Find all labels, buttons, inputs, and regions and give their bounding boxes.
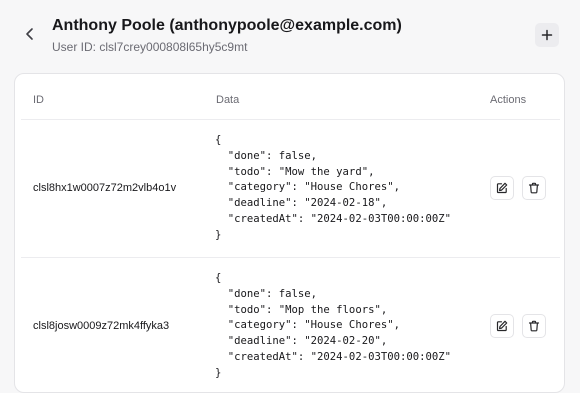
delete-button[interactable] [522, 314, 546, 338]
plus-icon [541, 29, 553, 41]
edit-button[interactable] [490, 314, 514, 338]
column-header-data: Data [216, 94, 240, 106]
row-id: clsl8josw0009z72mk4ffyka3 [33, 320, 170, 332]
user-id-label: User ID: [52, 40, 100, 54]
row-data-json: { "done": false, "todo": "Mop the floors… [215, 272, 451, 379]
table-row: clsl8hx1w0007z72m2vlb4o1v { "done": fals… [21, 120, 560, 258]
records-card: ID Data Actions clsl8hx1w0007z72m2vlb4o1… [14, 73, 565, 393]
delete-button[interactable] [522, 176, 546, 200]
row-data-json: { "done": false, "todo": "Mow the yard",… [215, 134, 451, 241]
trash-icon [528, 320, 540, 332]
user-id-value: clsl7crey000808l65hy5c9mt [99, 40, 248, 54]
table-header: ID Data Actions [21, 74, 560, 120]
trash-icon [528, 182, 540, 194]
column-header-actions: Actions [490, 94, 527, 106]
column-header-id: ID [33, 94, 44, 106]
edit-button[interactable] [490, 176, 514, 200]
page-title: Anthony Poole (anthonypoole@example.com) [52, 17, 402, 34]
add-button[interactable] [535, 23, 559, 47]
back-button[interactable] [18, 22, 42, 46]
chevron-left-icon [23, 27, 37, 41]
records-table: ID Data Actions clsl8hx1w0007z72m2vlb4o1… [21, 74, 560, 392]
edit-icon [496, 182, 508, 194]
page-header: Anthony Poole (anthonypoole@example.com)… [0, 0, 580, 70]
user-id-line: User ID: clsl7crey000808l65hy5c9mt [52, 40, 247, 54]
edit-icon [496, 320, 508, 332]
row-id: clsl8hx1w0007z72m2vlb4o1v [33, 182, 177, 194]
table-row: clsl8josw0009z72mk4ffyka3 { "done": fals… [21, 258, 560, 392]
